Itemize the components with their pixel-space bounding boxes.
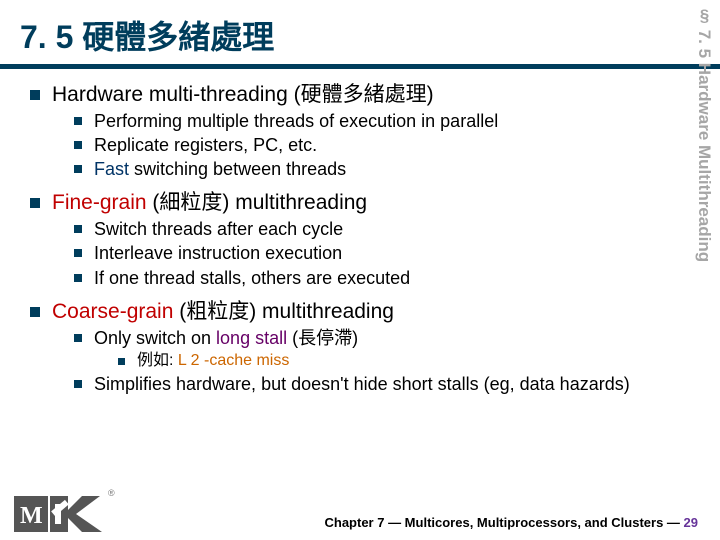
footer-text: Chapter 7 — Multicores, Multiprocessors,… — [325, 515, 684, 530]
mk-logo-icon: M — [14, 496, 102, 532]
sub-item: Switch threads after each cycle — [74, 219, 690, 240]
bullet-icon — [30, 198, 40, 208]
bullet-icon — [74, 141, 82, 149]
sub-item: Interleave instruction execution — [74, 243, 690, 264]
title-block: 7. 5 硬體多緒處理 — [0, 0, 720, 69]
text: (長停滯) — [287, 328, 358, 348]
text: (粗粒度) multithreading — [173, 300, 394, 323]
text: Only switch on — [94, 328, 216, 348]
footer: Chapter 7 — Multicores, Multiprocessors,… — [325, 515, 699, 530]
publisher-logo: M — [14, 496, 102, 532]
content: Hardware multi-threading (硬體多緒處理) Perfor… — [0, 69, 720, 395]
registered-mark: ® — [108, 488, 115, 498]
text: Interleave instruction execution — [94, 243, 690, 264]
text: (硬體多緒處理) — [288, 83, 434, 106]
sub-item: Only switch on long stall (長停滯) — [74, 328, 690, 349]
sub-item: Performing multiple threads of execution… — [74, 111, 690, 132]
text: Fast — [94, 159, 129, 179]
bullet-icon — [30, 90, 40, 100]
bullet-icon — [74, 165, 82, 173]
text: Switch threads after each cycle — [94, 219, 690, 240]
text: Simplifies hardware, but doesn't hide sh… — [94, 374, 690, 395]
top-item-2: Fine-grain (細粒度) multithreading — [30, 191, 690, 216]
text: Hardware multi-threading — [52, 83, 288, 106]
sub-item: Fast switching between threads — [74, 159, 690, 180]
bullet-icon — [118, 358, 125, 365]
sub-item: Replicate registers, PC, etc. — [74, 135, 690, 156]
sub-item: Simplifies hardware, but doesn't hide sh… — [74, 374, 690, 395]
text: 例如: — [137, 352, 178, 369]
text: Fine-grain — [52, 191, 147, 214]
sub-item: If one thread stalls, others are execute… — [74, 268, 690, 289]
text: Replicate registers, PC, etc. — [94, 135, 690, 156]
text: Coarse-grain — [52, 300, 173, 323]
bullet-icon — [30, 307, 40, 317]
top-item-3: Coarse-grain (粗粒度) multithreading — [30, 300, 690, 325]
svg-text:M: M — [20, 503, 43, 529]
top-item-1: Hardware multi-threading (硬體多緒處理) — [30, 83, 690, 108]
bullet-icon — [74, 380, 82, 388]
text: Performing multiple threads of execution… — [94, 111, 690, 132]
text: L 2 -cache miss — [178, 352, 289, 369]
text: (細粒度) multithreading — [147, 191, 368, 214]
sub-sub-item: 例如: L 2 -cache miss — [118, 352, 690, 371]
bullet-icon — [74, 225, 82, 233]
bullet-icon — [74, 117, 82, 125]
slide-title: 7. 5 硬體多緒處理 — [20, 12, 700, 58]
text: long stall — [216, 328, 287, 348]
bullet-icon — [74, 249, 82, 257]
text: switching between threads — [129, 159, 346, 179]
bullet-icon — [74, 334, 82, 342]
text: If one thread stalls, others are execute… — [94, 268, 690, 289]
side-title: § 7. 5 Hardware Multithreading — [694, 6, 714, 262]
bullet-icon — [74, 274, 82, 282]
page-number: 29 — [684, 515, 698, 530]
